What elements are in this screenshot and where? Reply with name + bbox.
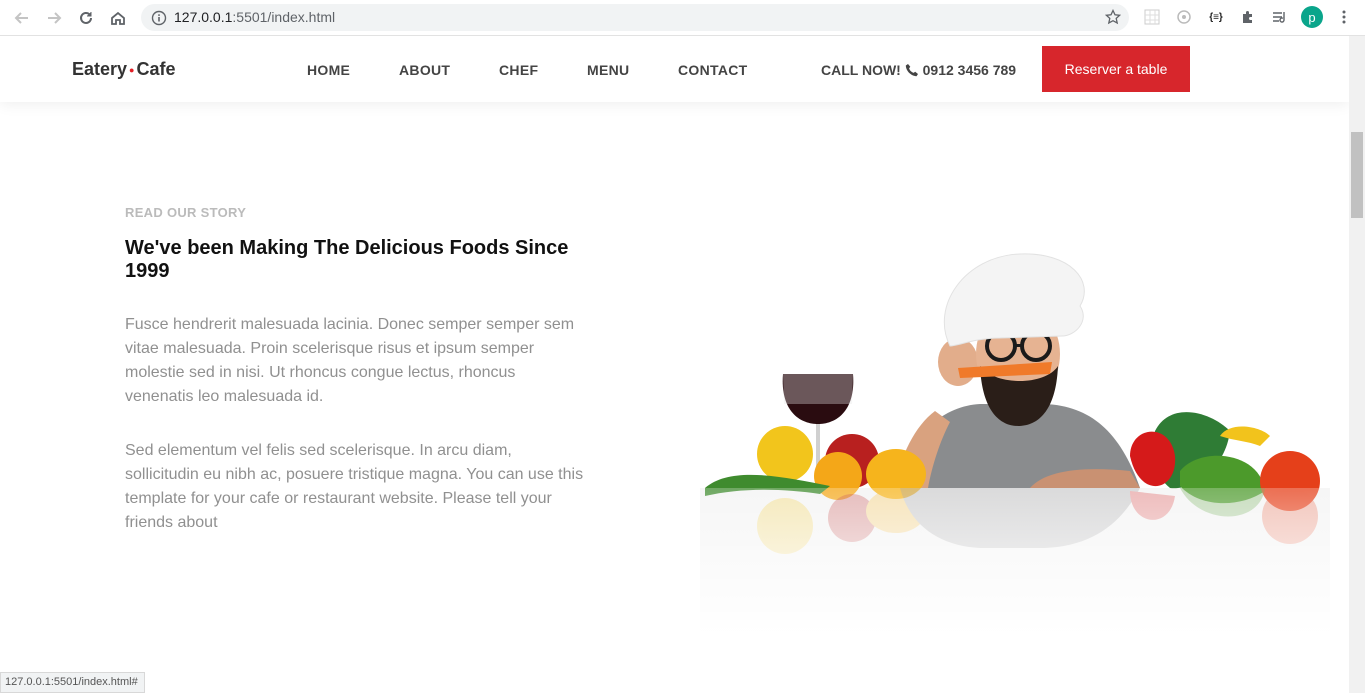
phone-icon	[905, 63, 919, 80]
nav-menu[interactable]: MENU	[587, 62, 629, 78]
reserve-table-button[interactable]: Reserver a table	[1042, 46, 1190, 92]
logo-dot-icon: ●	[129, 65, 135, 76]
chef-with-vegetables-image	[700, 253, 1330, 636]
scrollbar-thumb[interactable]	[1351, 132, 1363, 218]
reload-button[interactable]	[74, 6, 98, 30]
site-header: Eatery ● Cafe HOME ABOUT CHEF MENU CONTACT…	[0, 36, 1349, 102]
extension-timer-icon[interactable]	[1174, 7, 1194, 27]
site-logo[interactable]: Eatery ● Cafe	[72, 59, 176, 80]
forward-button[interactable]	[42, 6, 66, 30]
story-paragraph-2: Sed elementum vel felis sed scelerisque.…	[125, 442, 584, 531]
page-scrollbar[interactable]	[1349, 36, 1365, 693]
nav-about[interactable]: ABOUT	[399, 62, 450, 78]
phone-number[interactable]: 0912 3456 789	[923, 62, 1016, 78]
status-bar-url: 127.0.0.1:5501/index.html#	[0, 672, 145, 693]
nav-chef[interactable]: CHEF	[499, 62, 538, 78]
extensions-puzzle-icon[interactable]	[1238, 7, 1258, 27]
nav-contact[interactable]: CONTACT	[678, 62, 748, 78]
story-paragraph-1: Fusce hendrerit malesuada lacinia. Donec…	[125, 316, 575, 405]
call-now: CALL NOW! 0912 3456 789	[821, 62, 1017, 80]
page-viewport: Eatery ● Cafe HOME ABOUT CHEF MENU CONTACT…	[0, 36, 1349, 693]
kebab-menu-icon[interactable]	[1334, 7, 1354, 27]
back-button[interactable]	[10, 6, 34, 30]
section-eyebrow: READ OUR STORY	[125, 205, 247, 220]
home-button[interactable]	[106, 6, 130, 30]
bookmark-star-icon[interactable]	[1104, 8, 1122, 30]
story-heading: We've been Making The Delicious Foods Si…	[125, 237, 569, 282]
nav-home[interactable]: HOME	[307, 62, 350, 78]
browser-toolbar: 127.0.0.1:5501/index.html {≡} p	[0, 0, 1365, 36]
reading-list-icon[interactable]	[1270, 7, 1290, 27]
address-bar[interactable]: 127.0.0.1:5501/index.html	[141, 4, 1129, 31]
extension-json-icon[interactable]: {≡}	[1206, 7, 1226, 27]
extension-grid-icon[interactable]	[1142, 7, 1162, 27]
profile-avatar[interactable]: p	[1301, 6, 1323, 28]
info-icon[interactable]	[151, 10, 167, 31]
url-text: 127.0.0.1:5501/index.html	[174, 9, 336, 25]
